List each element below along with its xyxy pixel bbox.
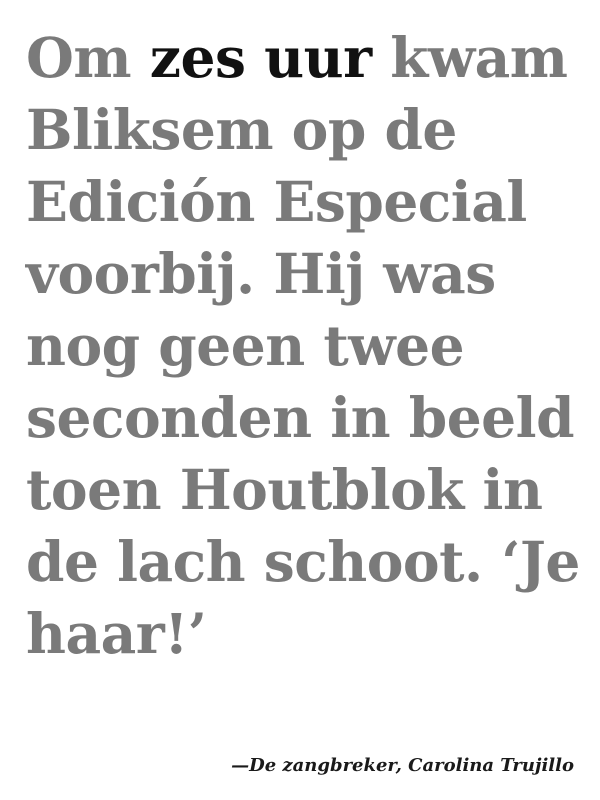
quote-lead: Om: [26, 25, 150, 90]
quote-rest: kwam Bliksem op de Edición Especial voor…: [26, 25, 580, 666]
pull-quote: Om zes uur kwam Bliksem op de Edición Es…: [26, 22, 586, 670]
quote-page: Om zes uur kwam Bliksem op de Edición Es…: [0, 0, 600, 800]
quote-highlight: zes uur: [149, 25, 372, 90]
quote-attribution: —De zangbreker, Carolina Trujillo: [231, 755, 574, 776]
